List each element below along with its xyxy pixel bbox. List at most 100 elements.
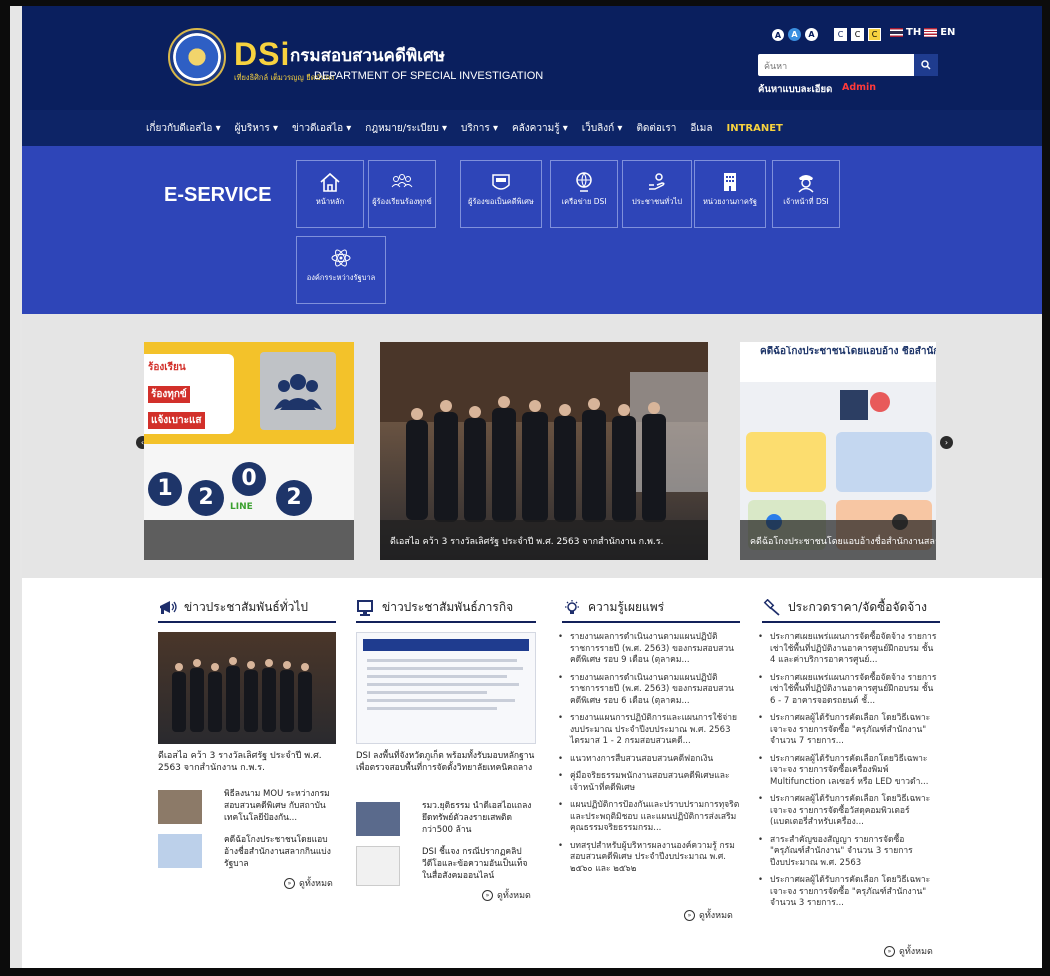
gavel-icon [763,598,780,616]
nav-email[interactable]: อีเมล [690,121,712,136]
col1-item2[interactable]: คดีฉ้อโกงประชาชนโดยแอบอ้างชื่อสำนักงานสล… [224,834,334,870]
nav-about[interactable]: เกี่ยวกับดีเอสไอ ▾ [146,121,221,136]
left-gutter [10,6,22,968]
col4-view-all[interactable]: » ดูทั้งหมด [884,944,933,958]
col4-underline [762,621,940,623]
col1-item1[interactable]: พิธีลงนาม MOU ระหว่างกรมสอบสวนคดีพิเศษ ก… [224,788,334,824]
tile-home[interactable]: หน้าหลัก [296,160,364,228]
tile-intergovernmental-org[interactable]: องค์กรระหว่างรัฐบาล [296,236,386,304]
news-section: ข่าวประชาสัมพันธ์ทั่วไป ดีเอสไอ คว้า 3 ร… [22,578,1042,968]
tile-special-case-request[interactable]: ผู้ร้องขอเป็นคดีพิเศษ [460,160,542,228]
slide1-line-tag: LINE [230,502,253,512]
browser-frame: DSi กรมสอบสวนคดีพิเศษ เที่ยงธิศิกล์ เต็ม… [10,6,1042,968]
monitor-icon [357,599,373,616]
font-medium-button[interactable]: A [788,28,801,41]
tile-public[interactable]: ประชาชนทั่วไป [622,160,692,228]
list-item[interactable]: ประกาศผลผู้ได้รับการคัดเลือก โดยวิธีเฉพา… [756,794,940,829]
nav-laws[interactable]: กฎหมาย/ระเบียบ ▾ [365,121,447,136]
admin-link[interactable]: Admin [842,82,876,93]
col-procurement-header[interactable]: ประกวดราคา/จัดซื้อจัดจ้าง [762,598,927,617]
col2-item1-thumb[interactable] [356,802,400,836]
slide1-line1: ร้องเรียน [148,362,186,373]
col1-item2-thumb[interactable] [158,834,202,868]
list-item[interactable]: รายงานผลการดำเนินงานตามแผนปฏิบัติราชการร… [556,673,740,708]
search-button[interactable] [914,54,938,76]
font-small-button[interactable]: A [772,28,784,41]
slide2-caption[interactable]: ดีเอสไอ คว้า 3 รางวัลเลิศรัฐ ประจำปี พ.ศ… [380,520,708,560]
lang-en-link[interactable]: EN [940,27,955,38]
tile-dsi-officer[interactable]: เจ้าหน้าที่ DSI [772,160,840,228]
col2-underline [356,621,536,623]
list-item[interactable]: ประกาศเผยแพร่แผนการจัดซื้อจัดจ้าง รายการ… [756,673,940,708]
dsi-seal-logo[interactable] [168,28,226,86]
col2-main-caption[interactable]: DSI ลงพื้นที่จังหวัดภูเก็ต พร้อมทั้งรับม… [356,750,536,774]
officer-icon [798,175,814,193]
list-item[interactable]: คู่มือจริยธรรมพนักงานสอบสวนคดีพิเศษและเจ… [556,771,740,794]
list-item[interactable]: รายงานผลการดำเนินงานตามแผนปฏิบัติราชการร… [556,632,740,667]
nav-services[interactable]: บริการ ▾ [461,121,498,136]
lang-th-link[interactable]: TH [906,27,921,38]
list-item[interactable]: ประกาศผลผู้ได้รับการคัดเลือก โดยวิธีเฉพา… [756,875,940,910]
col-knowledge-header[interactable]: ความรู้เผยแพร่ [562,598,664,617]
logo-thai-name[interactable]: กรมสอบสวนคดีพิเศษ [290,42,445,69]
nav-news[interactable]: ข่าวดีเอสไอ ▾ [292,121,351,136]
search-input[interactable] [758,56,908,78]
double-arrow-icon: » [482,889,493,901]
col1-view-all[interactable]: » ดูทั้งหมด [284,876,333,890]
slider-next-button[interactable]: › [940,436,953,449]
list-item[interactable]: แผนปฏิบัติการป้องกันและปราบปรามการทุจริต… [556,800,740,835]
nav-intranet[interactable]: INTRANET [727,123,783,134]
col2-item2-thumb[interactable] [356,846,400,886]
col3-view-all[interactable]: » ดูทั้งหมด [684,908,733,922]
slide1-digit3: 0 [232,462,266,496]
tile-complainant[interactable]: ผู้ร้องเรียนร้องทุกข์ [368,160,436,228]
contrast-yellow-button[interactable]: C [868,28,881,41]
list-item[interactable]: ประกาศผลผู้ได้รับการคัดเลือก โดยวิธีเฉพา… [756,713,940,748]
tile-dsi-network[interactable]: เครือข่าย DSI [550,160,618,228]
col2-view-all[interactable]: » ดูทั้งหมด [482,888,531,902]
atom-icon [331,249,351,267]
contrast-controls: C C C [834,28,881,41]
nav-executives[interactable]: ผู้บริหาร ▾ [235,121,278,136]
globe-network-icon [576,172,592,192]
list-item[interactable]: แนวทางการสืบสวนสอบสวนคดีฟอกเงิน [556,754,740,766]
slide1-digit1: 1 [148,472,182,506]
slide-complaint-line[interactable]: ร้องเรียน ร้องทุกข์ แจ้งเบาะแส 1 2 0 2 L… [144,342,354,560]
contrast-dark-button[interactable]: C [851,28,864,41]
site-header: DSi กรมสอบสวนคดีพิเศษ เที่ยงธิศิกล์ เต็ม… [22,6,1042,110]
font-large-button[interactable]: A [805,28,818,41]
col1-item1-thumb[interactable] [158,790,202,824]
double-arrow-icon: » [884,945,895,957]
eservice-section: E-SERVICE หน้าหลัก ผู้ร้องเรียนร้องทุกข์… [22,146,1042,314]
slide1-digit2: 2 [188,480,224,516]
col1-main-photo[interactable] [158,632,336,744]
nav-knowledge[interactable]: คลังความรู้ ▾ [512,121,568,136]
double-arrow-icon: » [684,909,695,921]
logo-dsi-text[interactable]: DSi [234,36,290,73]
contrast-normal-button[interactable]: C [834,28,847,41]
col2-item1[interactable]: รมว.ยุติธรรม นำดีเอสไอแถลงยึดทรัพย์ตัวลง… [422,800,536,836]
list-item[interactable]: ประกาศเผยแพร่แผนการจัดซื้อจัดจ้าง รายการ… [756,632,940,667]
list-item[interactable]: สาระสำคัญของสัญญา รายการจัดซื้อ "ครุภัณฑ… [756,835,940,870]
lightbulb-icon [565,599,579,614]
building-icon [724,173,736,191]
slide-lottery-fraud[interactable]: คดีฉ้อโกงประชาชนโดยแอบอ้าง ชื่อสำนักงานส… [740,342,936,560]
col-mission-pr-header[interactable]: ข่าวประชาสัมพันธ์ภารกิจ [356,598,513,617]
slide-award-photo[interactable]: ดีเอสไอ คว้า 3 รางวัลเลิศรัฐ ประจำปี พ.ศ… [380,342,708,560]
slide3-caption[interactable]: คดีฉ้อโกงประชาชนโดยแอบอ้างชื่อสำนักงานสล… [740,520,936,560]
people-group-icon [391,174,413,188]
col2-main-image[interactable] [356,632,536,744]
tile-government-agency[interactable]: หน่วยงานภาครัฐ [694,160,766,228]
megaphone-icon [160,600,177,614]
col-general-pr-header[interactable]: ข่าวประชาสัมพันธ์ทั่วไป [158,598,308,617]
main-nav: เกี่ยวกับดีเอสไอ ▾ ผู้บริหาร ▾ ข่าวดีเอส… [22,110,1042,146]
nav-weblinks[interactable]: เว็บลิงก์ ▾ [582,121,623,136]
col1-main-caption[interactable]: ดีเอสไอ คว้า 3 รางวัลเลิศรัฐ ประจำปี พ.ศ… [158,750,336,774]
advanced-search-link[interactable]: ค้นหาแบบละเอียด [758,82,832,97]
list-item[interactable]: ประกาศผลผู้ได้รับการคัดเลือกโดยวิธีเฉพาะ… [756,754,940,789]
col1-underline [158,621,336,623]
col2-item2[interactable]: DSI ชี้แจง กรณีปรากฏคลิปวีดีโอและข้อความ… [422,846,536,882]
list-item[interactable]: บทสรุปสำหรับผู้บริหารผลงานองค์ความรู้ กร… [556,841,740,876]
list-item[interactable]: รายงานแผนการปฏิบัติการและแผนการใช้จ่ายงบ… [556,713,740,748]
nav-contact[interactable]: ติดต่อเรา [636,121,676,136]
